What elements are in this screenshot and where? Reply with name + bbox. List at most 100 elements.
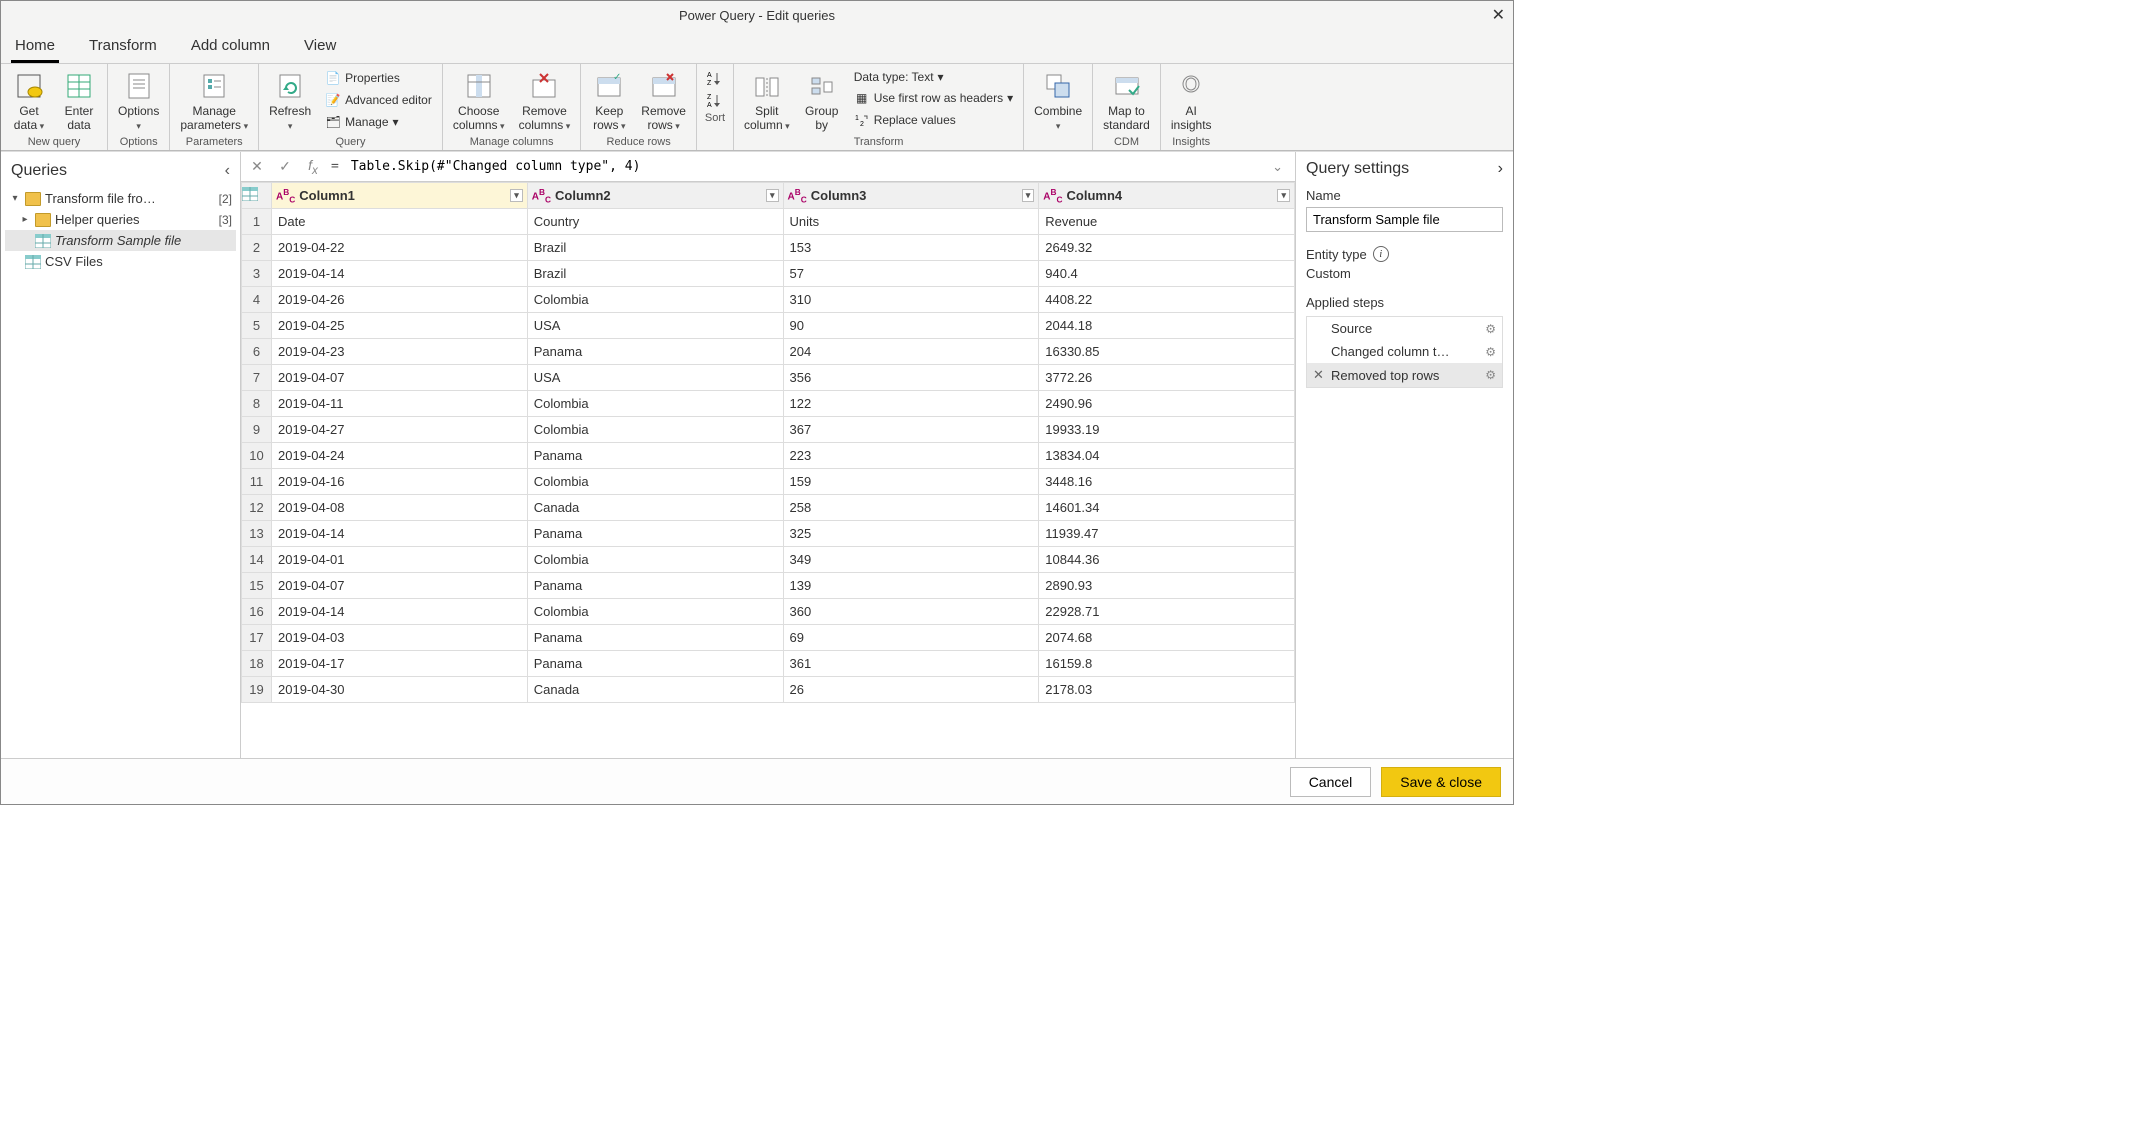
cell[interactable]: 2019-04-14 [272, 261, 528, 287]
sort-desc-button[interactable]: ZA [703, 90, 727, 110]
cell[interactable]: 14601.34 [1039, 495, 1295, 521]
cell[interactable]: 2019-04-24 [272, 443, 528, 469]
table-row[interactable]: 182019-04-17Panama36116159.8 [242, 651, 1295, 677]
tab-view[interactable]: View [300, 33, 340, 63]
cell[interactable]: 2019-04-30 [272, 677, 528, 703]
cell[interactable]: 2019-04-27 [272, 417, 528, 443]
cell[interactable]: 159 [783, 469, 1039, 495]
column-filter-icon[interactable]: ▾ [1022, 189, 1035, 202]
applied-step[interactable]: ✕Removed top rows⚙ [1307, 363, 1502, 387]
cell[interactable]: 940.4 [1039, 261, 1295, 287]
cell[interactable]: 2019-04-25 [272, 313, 528, 339]
table-row[interactable]: 1DateCountryUnitsRevenue [242, 209, 1295, 235]
table-row[interactable]: 62019-04-23Panama20416330.85 [242, 339, 1295, 365]
refresh-button[interactable]: Refresh▾ [265, 68, 315, 134]
table-row[interactable]: 52019-04-25USA902044.18 [242, 313, 1295, 339]
collapse-settings-icon[interactable]: › [1498, 160, 1503, 178]
cell[interactable]: 2019-04-03 [272, 625, 528, 651]
fx-icon[interactable]: fx [303, 157, 323, 177]
cell[interactable]: 19933.19 [1039, 417, 1295, 443]
cell[interactable]: Canada [527, 677, 783, 703]
grid-corner[interactable] [242, 183, 272, 209]
column-header[interactable]: ABCColumn3▾ [783, 183, 1039, 209]
tab-transform[interactable]: Transform [85, 33, 161, 63]
table-row[interactable]: 72019-04-07USA3563772.26 [242, 365, 1295, 391]
table-row[interactable]: 102019-04-24Panama22313834.04 [242, 443, 1295, 469]
cell[interactable]: 2890.93 [1039, 573, 1295, 599]
options-button[interactable]: Options▾ [114, 68, 163, 134]
cell[interactable]: Colombia [527, 547, 783, 573]
cell[interactable]: Colombia [527, 287, 783, 313]
queries-item[interactable]: Transform Sample file [5, 230, 236, 251]
query-name-input[interactable] [1306, 207, 1503, 232]
applied-step[interactable]: Source⚙ [1307, 317, 1502, 340]
table-row[interactable]: 172019-04-03Panama692074.68 [242, 625, 1295, 651]
cell[interactable]: 356 [783, 365, 1039, 391]
cell[interactable]: USA [527, 365, 783, 391]
cell[interactable]: 2019-04-14 [272, 599, 528, 625]
cell[interactable]: 153 [783, 235, 1039, 261]
properties-button[interactable]: 📄Properties [321, 68, 436, 88]
table-row[interactable]: 132019-04-14Panama32511939.47 [242, 521, 1295, 547]
cell[interactable]: 10844.36 [1039, 547, 1295, 573]
cell[interactable]: Colombia [527, 469, 783, 495]
cell[interactable]: Country [527, 209, 783, 235]
cell[interactable]: 2019-04-23 [272, 339, 528, 365]
cell[interactable]: 22928.71 [1039, 599, 1295, 625]
cell[interactable]: 349 [783, 547, 1039, 573]
cell[interactable]: 2019-04-11 [272, 391, 528, 417]
cell[interactable]: 2649.32 [1039, 235, 1295, 261]
cell[interactable]: Colombia [527, 599, 783, 625]
cell[interactable]: 3448.16 [1039, 469, 1295, 495]
table-row[interactable]: 32019-04-14Brazil57940.4 [242, 261, 1295, 287]
table-row[interactable]: 142019-04-01Colombia34910844.36 [242, 547, 1295, 573]
use-first-row-headers-button[interactable]: ▦Use first row as headers ▾ [850, 88, 1017, 108]
gear-icon[interactable]: ⚙ [1485, 368, 1496, 382]
table-row[interactable]: 22019-04-22Brazil1532649.32 [242, 235, 1295, 261]
info-icon[interactable]: i [1373, 246, 1389, 262]
cell[interactable]: 204 [783, 339, 1039, 365]
tree-twisty[interactable]: ▸ [19, 214, 31, 225]
column-header[interactable]: ABCColumn1▾ [272, 183, 528, 209]
cell[interactable]: 2019-04-08 [272, 495, 528, 521]
cancel-button[interactable]: Cancel [1290, 767, 1372, 797]
remove-columns-button[interactable]: Removecolumns ▾ [515, 68, 575, 134]
table-row[interactable]: 152019-04-07Panama1392890.93 [242, 573, 1295, 599]
column-header[interactable]: ABCColumn2▾ [527, 183, 783, 209]
gear-icon[interactable]: ⚙ [1485, 322, 1496, 336]
cell[interactable]: Panama [527, 573, 783, 599]
gear-icon[interactable]: ⚙ [1485, 345, 1496, 359]
column-filter-icon[interactable]: ▾ [510, 189, 523, 202]
table-row[interactable]: 92019-04-27Colombia36719933.19 [242, 417, 1295, 443]
cell[interactable]: 310 [783, 287, 1039, 313]
tab-home[interactable]: Home [11, 33, 59, 63]
advanced-editor-button[interactable]: 📝Advanced editor [321, 90, 436, 110]
cell[interactable]: Units [783, 209, 1039, 235]
cell[interactable]: 16159.8 [1039, 651, 1295, 677]
cell[interactable]: Brazil [527, 235, 783, 261]
tab-add-column[interactable]: Add column [187, 33, 274, 63]
grid-scroll[interactable]: ABCColumn1▾ABCColumn2▾ABCColumn3▾ABCColu… [241, 182, 1295, 758]
cell[interactable]: 11939.47 [1039, 521, 1295, 547]
table-row[interactable]: 122019-04-08Canada25814601.34 [242, 495, 1295, 521]
cell[interactable]: 2019-04-07 [272, 365, 528, 391]
table-row[interactable]: 162019-04-14Colombia36022928.71 [242, 599, 1295, 625]
cell[interactable]: 2019-04-26 [272, 287, 528, 313]
cell[interactable]: 2178.03 [1039, 677, 1295, 703]
data-type-button[interactable]: Data type: Text ▾ [850, 68, 1017, 86]
cell[interactable]: 325 [783, 521, 1039, 547]
table-row[interactable]: 112019-04-16Colombia1593448.16 [242, 469, 1295, 495]
cell[interactable]: 2490.96 [1039, 391, 1295, 417]
table-row[interactable]: 192019-04-30Canada262178.03 [242, 677, 1295, 703]
cell[interactable]: Panama [527, 443, 783, 469]
cell[interactable]: 26 [783, 677, 1039, 703]
cell[interactable]: 69 [783, 625, 1039, 651]
cell[interactable]: 2019-04-16 [272, 469, 528, 495]
cell[interactable]: 122 [783, 391, 1039, 417]
cell[interactable]: Date [272, 209, 528, 235]
cell[interactable]: 2019-04-22 [272, 235, 528, 261]
column-filter-icon[interactable]: ▾ [1277, 189, 1290, 202]
cell[interactable]: USA [527, 313, 783, 339]
save-close-button[interactable]: Save & close [1381, 767, 1501, 797]
cell[interactable]: 2074.68 [1039, 625, 1295, 651]
